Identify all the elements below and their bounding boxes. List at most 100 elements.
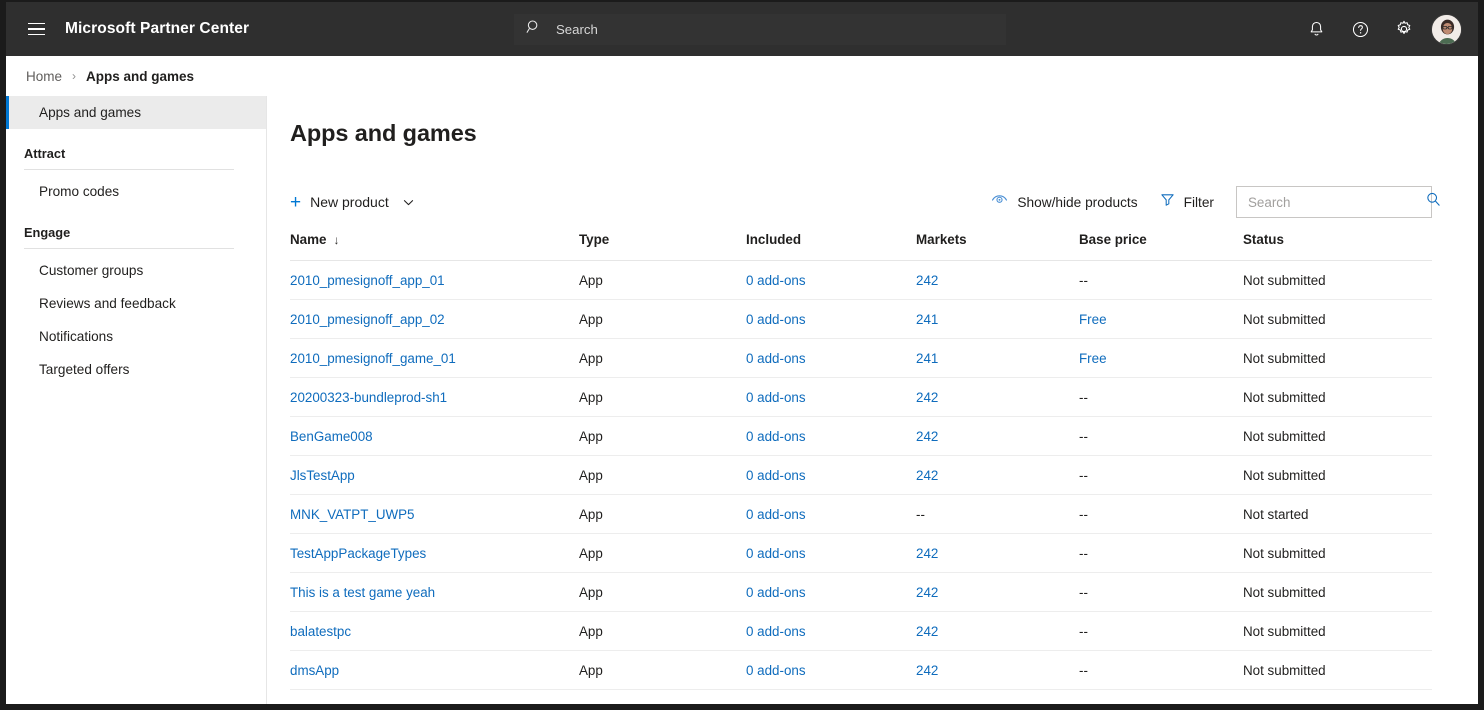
account-avatar[interactable] [1431,13,1462,45]
sidebar-item-label: Targeted offers [39,362,130,377]
product-type-cell: App [579,650,746,690]
product-type-cell: App [579,455,746,495]
breadcrumb-current: Apps and games [86,68,195,84]
product-price-cell: -- [1079,533,1243,573]
hamburger-icon[interactable] [12,2,60,56]
sidebar-item-reviews-and-feedback[interactable]: Reviews and feedback [6,287,250,320]
product-markets-cell[interactable]: 242 [916,455,1079,495]
product-name-link[interactable]: 2010_pmesignoff_app_02 [290,299,579,339]
column-header-type[interactable]: Type [579,232,746,261]
product-markets-cell[interactable]: 241 [916,338,1079,378]
product-addons-link[interactable]: 0 add-ons [746,455,916,495]
product-markets-cell[interactable]: 242 [916,572,1079,612]
show-hide-products-button[interactable]: Show/hide products [991,186,1138,218]
product-markets-cell[interactable]: 242 [916,533,1079,573]
product-markets-cell[interactable]: 242 [916,260,1079,300]
table-row: 2010_pmesignoff_app_02 App 0 add-ons 241 Fre… [290,299,1432,339]
settings-icon[interactable] [1387,12,1421,46]
product-name-link[interactable]: dmsApp [290,650,579,690]
sidebar-item-label: Reviews and feedback [39,296,176,311]
column-header-included[interactable]: Included [746,232,916,261]
column-header-status[interactable]: Status [1243,232,1432,261]
product-type-cell: App [579,416,746,456]
sort-arrow-icon: ↓ [333,233,340,247]
product-addons-link[interactable]: 0 add-ons [746,260,916,300]
product-price-cell[interactable]: Free [1079,299,1243,339]
product-markets-cell[interactable]: 242 [916,416,1079,456]
product-addons-link[interactable]: 0 add-ons [746,572,916,612]
product-name-link[interactable]: TestAppPackageTypes [290,533,579,573]
sidebar-item-label: Notifications [39,329,114,344]
show-hide-products-label: Show/hide products [1017,194,1138,210]
product-addons-link[interactable]: 0 add-ons [746,650,916,690]
filter-button[interactable]: Filter [1160,186,1214,218]
product-name-link[interactable]: 2010_pmesignoff_game_01 [290,338,579,378]
global-search-box[interactable]: Search [514,14,1006,45]
product-status-cell: Not submitted [1243,416,1432,456]
product-status-cell: Not submitted [1243,533,1432,573]
product-type-cell: App [579,611,746,651]
sidebar-nav: Apps and games Attract Promo codes Engag… [6,96,267,704]
column-header-name[interactable]: Name ↓ [290,232,579,261]
sidebar-item-promo-codes[interactable]: Promo codes [6,175,250,208]
breadcrumb-separator-icon: › [72,69,77,83]
sidebar-item-targeted-offers[interactable]: Targeted offers [6,353,250,386]
header-icon-group [1299,2,1470,56]
sidebar-group-engage: Engage Customer groups Reviews and feedb… [6,225,266,386]
help-icon[interactable] [1343,12,1377,46]
product-addons-link[interactable]: 0 add-ons [746,299,916,339]
product-status-cell: Not submitted [1243,650,1432,690]
product-markets-cell[interactable]: 241 [916,299,1079,339]
product-status-cell: Not submitted [1243,377,1432,417]
product-name-link[interactable]: balatestpc [290,611,579,651]
table-row: 2010_pmesignoff_app_01 App 0 add-ons 242 -- N… [290,260,1432,300]
products-table-container: Name ↓ Type Included Markets Base price S… [268,232,1478,690]
product-price-cell: -- [1079,416,1243,456]
product-status-cell: Not submitted [1243,455,1432,495]
product-name-link[interactable]: BenGame008 [290,416,579,456]
product-addons-link[interactable]: 0 add-ons [746,338,916,378]
product-markets-cell: -- [916,494,1079,534]
product-price-cell: -- [1079,455,1243,495]
table-row: 20200323-bundleprod-sh1 App 0 add-ons 242 --… [290,377,1432,417]
products-table-body: 2010_pmesignoff_app_01 App 0 add-ons 242 -- N… [290,260,1432,690]
product-addons-link[interactable]: 0 add-ons [746,533,916,573]
product-price-cell: -- [1079,650,1243,690]
breadcrumb-home[interactable]: Home [26,69,62,84]
partner-center-page: Microsoft Partner Center Search Home › A… [0,0,1484,710]
product-markets-cell[interactable]: 242 [916,650,1079,690]
product-search-input[interactable] [1248,194,1425,210]
command-bar-right: Show/hide products Filter [991,186,1440,218]
search-icon[interactable] [1425,191,1442,213]
product-name-link[interactable]: This is a test game yeah [290,572,579,612]
product-name-link[interactable]: MNK_VATPT_UWP5 [290,494,579,534]
sidebar-group-attract: Attract Promo codes [6,146,266,208]
product-addons-link[interactable]: 0 add-ons [746,611,916,651]
column-header-markets[interactable]: Markets [916,232,1079,261]
sidebar-item-customer-groups[interactable]: Customer groups [6,254,250,287]
product-addons-link[interactable]: 0 add-ons [746,416,916,456]
product-type-cell: App [579,377,746,417]
product-price-cell[interactable]: Free [1079,338,1243,378]
column-header-base-price[interactable]: Base price [1079,232,1243,261]
plus-icon: + [290,191,302,213]
product-name-link[interactable]: 20200323-bundleprod-sh1 [290,377,579,417]
product-addons-link[interactable]: 0 add-ons [746,377,916,417]
product-name-link[interactable]: 2010_pmesignoff_app_01 [290,260,579,300]
product-search-box[interactable] [1236,186,1440,218]
product-addons-link[interactable]: 0 add-ons [746,494,916,534]
sidebar-item-apps-and-games[interactable]: Apps and games [6,96,266,129]
funnel-icon [1160,192,1175,212]
product-markets-cell[interactable]: 242 [916,377,1079,417]
sidebar-item-notifications[interactable]: Notifications [6,320,250,353]
product-markets-cell[interactable]: 242 [916,611,1079,651]
new-product-button[interactable]: + New product [290,186,419,218]
product-price-cell: -- [1079,260,1243,300]
product-status-cell: Not submitted [1243,611,1432,651]
main-content: Apps and games + New product Show/hide p… [268,96,1478,704]
product-name-link[interactable]: JlsTestApp [290,455,579,495]
page-title: Apps and games [290,120,477,146]
chevron-down-icon[interactable] [402,196,415,209]
table-row: This is a test game yeah App 0 add-ons 242-… [290,572,1432,612]
notifications-icon[interactable] [1299,12,1333,46]
